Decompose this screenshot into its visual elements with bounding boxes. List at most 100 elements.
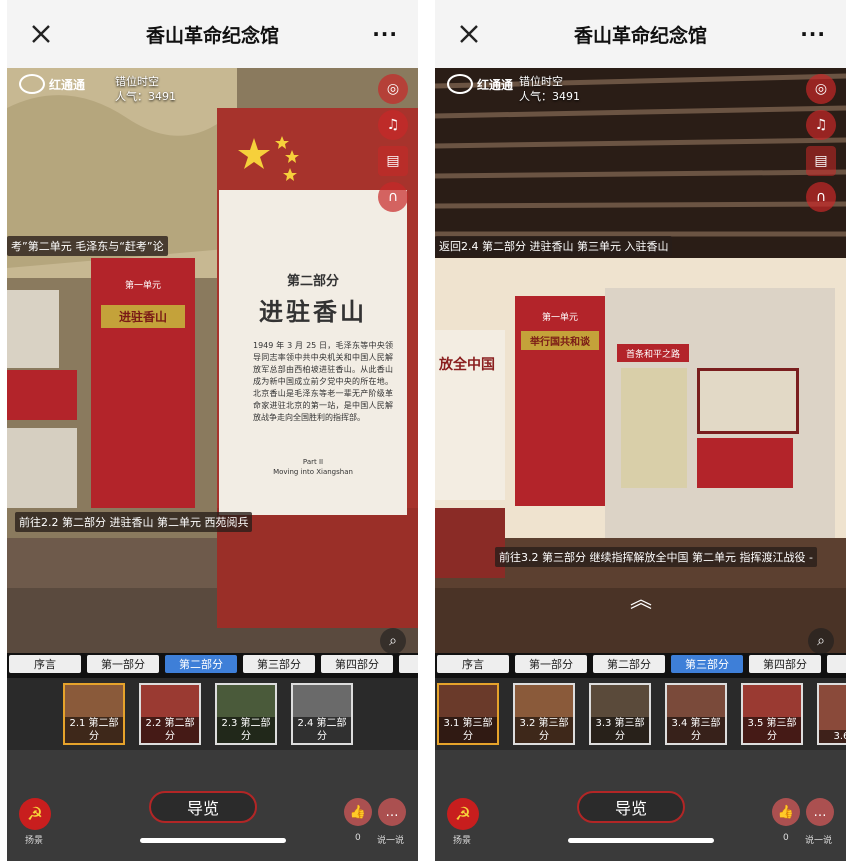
thumbnail-caption: 2.1 第二部分 [65,717,123,743]
headphone-icon[interactable]: ∩ [806,182,836,212]
panel-title: 进驻香山 [101,305,185,328]
music-icon[interactable]: ♫ [806,110,836,140]
tab-part-3[interactable]: 第三部分 [671,655,743,673]
board-subtitle: Part II [302,458,324,466]
hotspot-label[interactable]: 考”第二单元 毛泽东与“赶考”论 [7,236,168,256]
more-icon[interactable]: ··· [372,22,398,46]
tab-part-2[interactable]: 第二部分 [165,655,237,673]
tab-part-3[interactable]: 第三部分 [243,655,315,673]
hotspot-label[interactable]: 前往2.2 第二部分 进驻香山 第二单元 西苑阅兵 [15,512,253,532]
panel-unit: 第一单元 [541,313,578,323]
showcase-sign: 首条和平之路 [617,344,689,362]
thumbs-up-icon[interactable]: 👍 [344,798,372,826]
board-part: 第二部分 [286,274,339,289]
search-icon[interactable]: ⌕ [380,628,406,654]
scene-thumbnails: 2.1 第二部分 2.2 第二部分 2.3 第二部分 2.4 第二部分 [7,678,418,750]
thumbnail-caption: 2.3 第二部分 [217,717,275,743]
thumbnail[interactable]: 3.3 第三部分 [589,683,651,745]
guide-button[interactable]: 导览 [149,791,257,823]
headphone-icon[interactable]: ∩ [378,182,408,212]
tab-part-1[interactable]: 第一部分 [515,655,587,673]
thumbnail[interactable]: 3.6 第 [817,683,846,745]
party-emblem-icon[interactable]: ☭ [447,798,479,830]
tab-more[interactable]: 第 [399,655,418,673]
like-count: 0 [783,833,789,843]
bottom-bar: ☭ 扬景 导览 👍 0 … 说一说 [7,750,418,861]
more-icon[interactable]: ··· [800,22,826,46]
side-red-panel [7,370,77,420]
narration-icon[interactable]: ▤ [378,146,408,176]
thumbnail[interactable]: 2.2 第二部分 [139,683,201,745]
thumbnail[interactable]: 3.1 第三部分 [437,683,499,745]
thumbnail-caption: 3.2 第三部分 [515,717,573,743]
tab-more[interactable]: 第 [827,655,846,673]
tab-part-4[interactable]: 第四部分 [749,655,821,673]
photo-frame [7,428,77,508]
chevron-up-icon[interactable]: ︽ [630,582,652,614]
tab-part-1[interactable]: 第一部分 [87,655,159,673]
scene-name: 错位时空 [115,75,159,88]
party-emblem-icon[interactable]: ☭ [19,798,51,830]
music-icon[interactable]: ♫ [378,110,408,140]
intro-board: 第二部分 进驻香山 1949 年 3 月 25 日，毛泽东等中央领导同志率领中共… [219,190,407,515]
page-title: 香山革命纪念馆 [573,24,707,47]
popularity-count: 人气：3491 [519,90,580,103]
logo-icon [447,74,473,94]
board-subtitle2: Moving into Xiangshan [273,468,353,476]
unit-panel: 第一单元 进驻香山 [91,258,195,508]
tab-preface[interactable]: 序言 [437,655,509,673]
globe-icon[interactable]: ◎ [378,74,408,104]
narration-icon[interactable]: ▤ [806,146,836,176]
globe-icon[interactable]: ◎ [806,74,836,104]
panel-unit: 第一单元 [124,281,161,291]
phone-screen-left: 第二部分 进驻香山 1949 年 3 月 25 日，毛泽东等中央领导同志率领中共… [7,0,418,861]
logo-text: 红通通 [49,77,86,92]
thumbnail[interactable]: 3.4 第三部分 [665,683,727,745]
bottom-bar: ☭ 扬景 导览 👍 0 … 说一说 [435,750,846,861]
thumbnail-caption: 2.4 第二部分 [293,717,351,743]
side-board-title: 放全中国 [439,357,495,373]
close-icon[interactable] [25,18,57,50]
showcase-panel [697,438,793,488]
tab-part-2[interactable]: 第二部分 [593,655,665,673]
close-icon[interactable] [453,18,485,50]
thumbnail-caption: 3.4 第三部分 [667,717,725,743]
tab-part-4[interactable]: 第四部分 [321,655,393,673]
comment-icon[interactable]: … [378,798,406,826]
thumbnail[interactable]: 3.2 第三部分 [513,683,575,745]
comment-icon[interactable]: … [806,798,834,826]
document-exhibit [697,368,799,434]
scene-name: 错位时空 [519,75,563,88]
hotspot-label[interactable]: 前往3.2 第三部分 继续指挥解放全中国 第二单元 指挥渡江战役 - [495,547,817,567]
guide-button[interactable]: 导览 [577,791,685,823]
thumbnail-caption: 2.2 第二部分 [141,717,199,743]
side-board: 放全中国 [435,330,505,500]
comment-label: 说一说 [377,836,405,846]
top-bar: 香山革命纪念馆 ··· [435,0,846,68]
thumbnail[interactable]: 3.5 第三部分 [741,683,803,745]
board-title: 进驻香山 [259,298,367,326]
thumbnail[interactable]: 2.4 第二部分 [291,683,353,745]
thumbnail-caption: 3.6 第 [819,730,846,743]
panel-title: 举行国共和谈 [521,331,599,350]
tab-preface[interactable]: 序言 [9,655,81,673]
thumbnail[interactable]: 2.1 第二部分 [63,683,125,745]
scene-info: 错位时空 人气：3491 [519,74,580,104]
brand-logo: 红通通 [447,74,513,94]
scene-info: 错位时空 人气：3491 [115,74,176,104]
thumbnail[interactable]: 2.3 第二部分 [215,683,277,745]
page-title: 香山革命纪念馆 [145,24,279,47]
scene-thumbnails: 3.1 第三部分 3.2 第三部分 3.3 第三部分 3.4 第三部分 3.5 … [435,678,846,750]
search-icon[interactable]: ⌕ [808,628,834,654]
phone-screen-right: 放全中国 第一单元 举行国共和谈 首条和平之路 香山革命纪念馆 ··· 红通通 … [435,0,846,861]
thumbnail-caption: 3.5 第三部分 [743,717,801,743]
emblem-label: 扬景 [25,836,44,846]
emblem-label: 扬景 [453,836,472,846]
hotspot-label[interactable]: 返回2.4 第二部分 进驻香山 第三单元 入驻香山 [435,236,673,256]
board-body: 1949 年 3 月 25 日，毛泽东等中央领导同志率领中共中央机关和中国人民解… [253,341,393,422]
brand-logo: 红通通 [19,74,85,94]
relief-wall [435,508,505,578]
like-count: 0 [355,833,361,843]
thumbs-up-icon[interactable]: 👍 [772,798,800,826]
panorama-view[interactable]: 第二部分 进驻香山 1949 年 3 月 25 日，毛泽东等中央领导同志率领中共… [7,68,418,653]
